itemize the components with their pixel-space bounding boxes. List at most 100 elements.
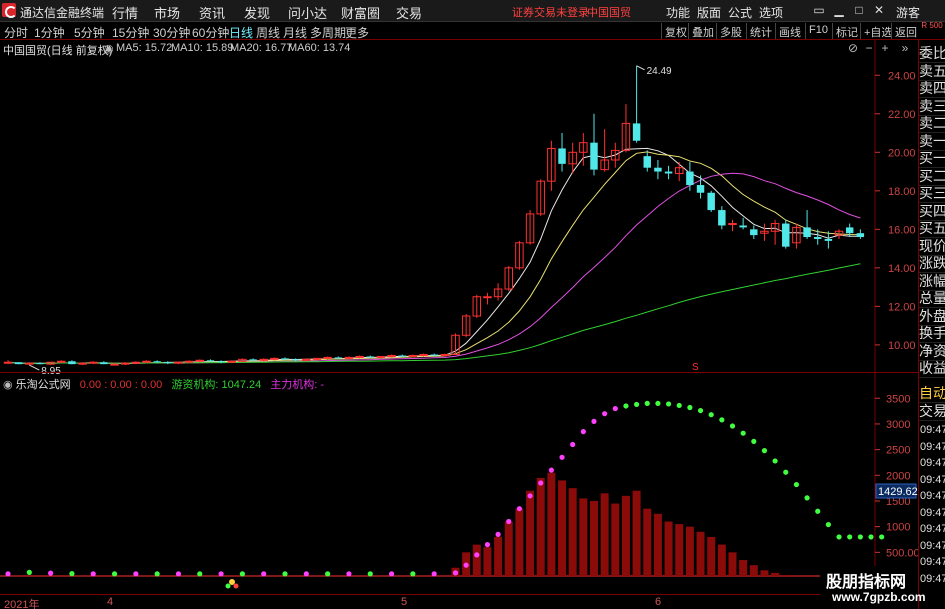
side-item-3[interactable]: 卖三 bbox=[919, 97, 945, 116]
signal-dot bbox=[793, 481, 800, 488]
signal-dot bbox=[111, 571, 118, 577]
price-tick-label: 12.00 bbox=[888, 301, 916, 313]
side-item-2[interactable]: 卖四 bbox=[919, 79, 945, 98]
side-item-10[interactable]: 买五 bbox=[919, 219, 945, 238]
signal-dot bbox=[836, 534, 842, 540]
candle-body bbox=[824, 238, 833, 241]
side-item-15[interactable]: 外盘 bbox=[919, 307, 945, 326]
volume-bar bbox=[653, 513, 662, 576]
pane-divider[interactable] bbox=[0, 372, 918, 373]
candle-body bbox=[174, 361, 183, 364]
volume-bar bbox=[579, 498, 588, 576]
signal-dot bbox=[559, 454, 565, 460]
candle-body bbox=[483, 296, 492, 299]
candle-body bbox=[25, 362, 34, 365]
volume-bar bbox=[472, 544, 481, 576]
candle-body bbox=[558, 148, 566, 164]
volume-bar bbox=[664, 521, 673, 576]
price-tick-label: 18.00 bbox=[888, 186, 916, 198]
candle-body bbox=[3, 361, 13, 364]
side-item-17[interactable]: 净资 bbox=[919, 342, 945, 361]
side-item-6[interactable]: 买一 bbox=[919, 149, 945, 168]
side-item-11[interactable]: 现价 bbox=[919, 237, 945, 256]
signal-dot bbox=[580, 429, 586, 435]
high-price-label: 24.49 bbox=[647, 66, 672, 77]
side-item-14[interactable]: 总量 bbox=[919, 289, 945, 308]
signal-dot bbox=[197, 571, 203, 577]
side-item-1[interactable]: 卖五 bbox=[919, 62, 945, 81]
signal-dot bbox=[474, 552, 480, 558]
side-item-13[interactable]: 涨幅 bbox=[919, 272, 945, 291]
signal-dot bbox=[495, 531, 501, 537]
current-value-label: 1429.62 bbox=[878, 486, 918, 498]
volume-bar bbox=[600, 493, 609, 576]
signal-dot bbox=[591, 418, 597, 424]
side-item-4[interactable]: 卖二 bbox=[919, 114, 945, 133]
volume-bar bbox=[483, 547, 492, 576]
tick-time-1: 09:47 bbox=[920, 440, 945, 453]
ind-tick-label: 3000 bbox=[886, 419, 910, 431]
price-tick-label: 22.00 bbox=[888, 109, 916, 121]
indicator-name[interactable]: 乐淘公式网 bbox=[16, 379, 71, 391]
x-label-apr: 4 bbox=[107, 596, 114, 608]
candle-body bbox=[164, 362, 172, 364]
signal-dot bbox=[538, 480, 544, 486]
volume-bar bbox=[781, 574, 790, 576]
side-item-8[interactable]: 买三 bbox=[919, 184, 945, 203]
candle-body bbox=[632, 123, 641, 141]
candle-body bbox=[302, 358, 311, 361]
candle-body bbox=[739, 225, 747, 228]
candle-body bbox=[430, 354, 438, 356]
indicator-toggle-icon[interactable]: ◉ bbox=[3, 379, 13, 391]
trade-tab[interactable]: 交易 bbox=[919, 402, 945, 421]
side-item-0[interactable]: 委比 bbox=[919, 44, 945, 63]
signal-dot bbox=[687, 404, 693, 411]
signal-dot bbox=[463, 562, 469, 568]
ind-tick-label: 2500 bbox=[886, 445, 910, 457]
x-label-2021: 2021年 bbox=[4, 599, 40, 609]
side-item-9[interactable]: 买四 bbox=[919, 202, 945, 221]
ma20-line bbox=[7, 172, 861, 364]
tick-time-7: 09:47 bbox=[920, 539, 945, 552]
ind-tick-label: 2000 bbox=[886, 470, 910, 482]
tick-time-5: 09:47 bbox=[920, 506, 945, 519]
kline-chart[interactable]: 24.00 22.00 20.00 18.00 16.00 14.00 12.00 10.00… bbox=[0, 0, 918, 609]
candle-body bbox=[718, 210, 726, 226]
candle-body bbox=[120, 362, 130, 365]
zhuli-label: 主力机构: - bbox=[270, 379, 325, 391]
candle-body bbox=[57, 360, 66, 363]
signal-dot bbox=[48, 570, 54, 576]
signal-dot bbox=[484, 542, 491, 548]
volume-bar bbox=[707, 536, 716, 576]
flower-icon bbox=[229, 579, 235, 585]
volume-bar bbox=[717, 544, 726, 576]
high-pointer bbox=[636, 65, 645, 71]
volume-bar bbox=[696, 531, 705, 576]
signal-dot bbox=[69, 571, 75, 577]
candle-body bbox=[334, 357, 343, 359]
tick-time-6: 09:47 bbox=[920, 523, 945, 535]
candle-body bbox=[110, 363, 119, 366]
volume-bar bbox=[643, 508, 652, 576]
signal-dot bbox=[452, 570, 459, 576]
candle-body bbox=[281, 358, 289, 360]
auto-tab[interactable]: 自动 bbox=[919, 384, 945, 403]
signal-dot bbox=[239, 571, 245, 577]
candle-body bbox=[664, 171, 673, 174]
side-item-7[interactable]: 买二 bbox=[919, 167, 945, 186]
signal-dot bbox=[346, 571, 352, 577]
candle-body bbox=[398, 355, 406, 357]
side-item-16[interactable]: 换手 bbox=[919, 324, 945, 343]
candle-body bbox=[856, 233, 865, 238]
x-axis bbox=[0, 594, 918, 609]
side-item-12[interactable]: 涨跌 bbox=[919, 254, 945, 273]
side-item-18[interactable]: 收益 bbox=[919, 359, 945, 378]
signal-dot bbox=[857, 534, 863, 540]
side-item-5[interactable]: 卖一 bbox=[919, 132, 945, 151]
volume-bar bbox=[749, 565, 758, 576]
signal-dot bbox=[527, 493, 533, 499]
candle-body bbox=[14, 362, 23, 365]
watermark-title: 股朋指标网 bbox=[826, 574, 907, 591]
signal-dot bbox=[133, 571, 139, 577]
signal-dot bbox=[665, 401, 672, 407]
